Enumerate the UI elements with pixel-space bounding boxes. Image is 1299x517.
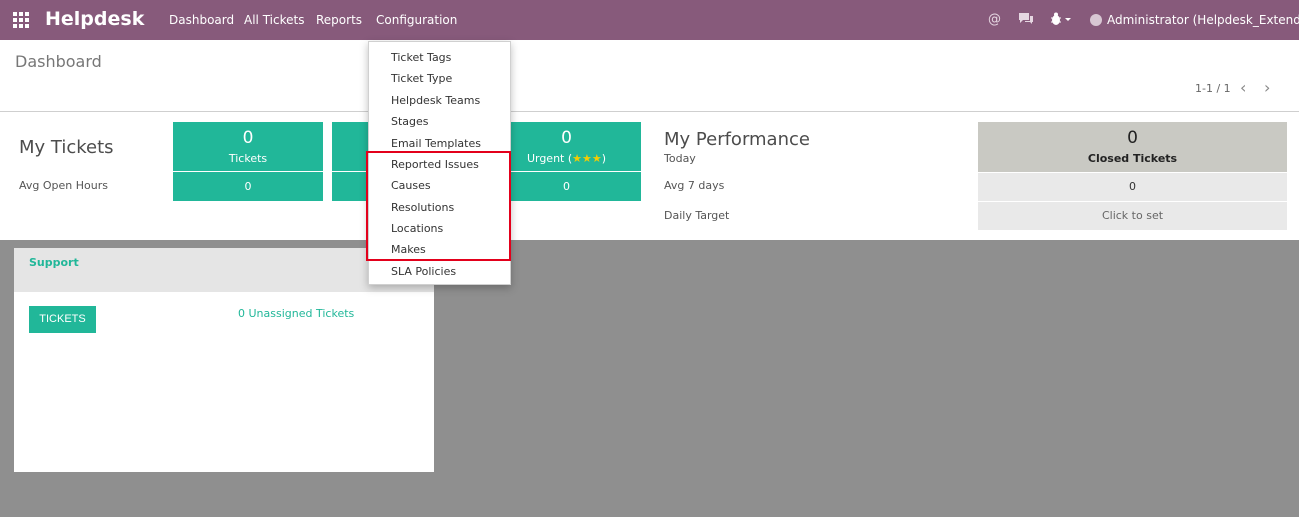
menu-dashboard[interactable]: Dashboard: [169, 13, 234, 27]
top-navbar: Helpdesk Dashboard All Tickets Reports C…: [0, 0, 1299, 40]
menu-configuration[interactable]: Configuration: [376, 13, 457, 27]
avg-7-days-label: Avg 7 days: [664, 179, 725, 192]
daily-target-set[interactable]: Click to set: [978, 202, 1287, 230]
my-tickets-title: My Tickets: [19, 137, 114, 158]
avg-open-hours-label: Avg Open Hours: [19, 179, 108, 192]
today-label: Today: [664, 152, 696, 165]
high-priority-tile[interactable]: [332, 122, 368, 171]
user-menu[interactable]: Administrator (Helpdesk_Extend) ▼: [1107, 13, 1299, 27]
pager-next-icon[interactable]: ›: [1264, 78, 1270, 97]
tickets-avg-value[interactable]: 0: [173, 172, 323, 201]
stars-icon: ★★★: [572, 152, 602, 165]
performance-panel: My Tickets Avg Open Hours 0 Tickets 0 0 …: [0, 112, 1299, 240]
apps-grid-icon[interactable]: [13, 12, 29, 28]
app-brand[interactable]: Helpdesk: [45, 8, 144, 30]
closed-tickets-tile[interactable]: 0 Closed Tickets: [978, 122, 1287, 172]
unassigned-tickets-link[interactable]: 0 Unassigned Tickets: [238, 307, 354, 320]
bug-icon[interactable]: [1050, 12, 1072, 30]
menu-item-ticket-type[interactable]: Ticket Type: [391, 72, 452, 85]
daily-target-label: Daily Target: [664, 209, 730, 222]
menu-item-helpdesk-teams[interactable]: Helpdesk Teams: [391, 94, 480, 107]
menu-reports[interactable]: Reports: [316, 13, 362, 27]
menu-item-ticket-tags[interactable]: Ticket Tags: [391, 51, 451, 64]
menu-item-sla-policies[interactable]: SLA Policies: [391, 265, 456, 278]
breadcrumb: Dashboard: [15, 52, 102, 71]
high-priority-avg[interactable]: [332, 172, 368, 201]
highlight-annotation-box: [366, 151, 511, 261]
user-avatar[interactable]: [1090, 14, 1102, 26]
chat-icon[interactable]: [1018, 12, 1034, 30]
tickets-tile[interactable]: 0 Tickets: [173, 122, 323, 171]
my-performance-title: My Performance: [664, 129, 810, 150]
team-name[interactable]: Support: [29, 256, 79, 269]
urgent-tile[interactable]: 0 Urgent (★★★): [492, 122, 641, 171]
menu-item-email-templates[interactable]: Email Templates: [391, 137, 481, 150]
control-panel: Dashboard 1-1 / 1 ‹ ›: [0, 40, 1299, 112]
pager-value[interactable]: 1-1 / 1: [1195, 82, 1231, 95]
pager-previous-icon[interactable]: ‹: [1240, 78, 1246, 97]
urgent-avg-value[interactable]: 0: [492, 172, 641, 201]
menu-all-tickets[interactable]: All Tickets: [244, 13, 304, 27]
tickets-button[interactable]: TICKETS: [29, 306, 96, 333]
at-icon[interactable]: @: [988, 12, 1001, 27]
avg-7-days-value: 0: [978, 173, 1287, 201]
menu-item-stages[interactable]: Stages: [391, 115, 429, 128]
